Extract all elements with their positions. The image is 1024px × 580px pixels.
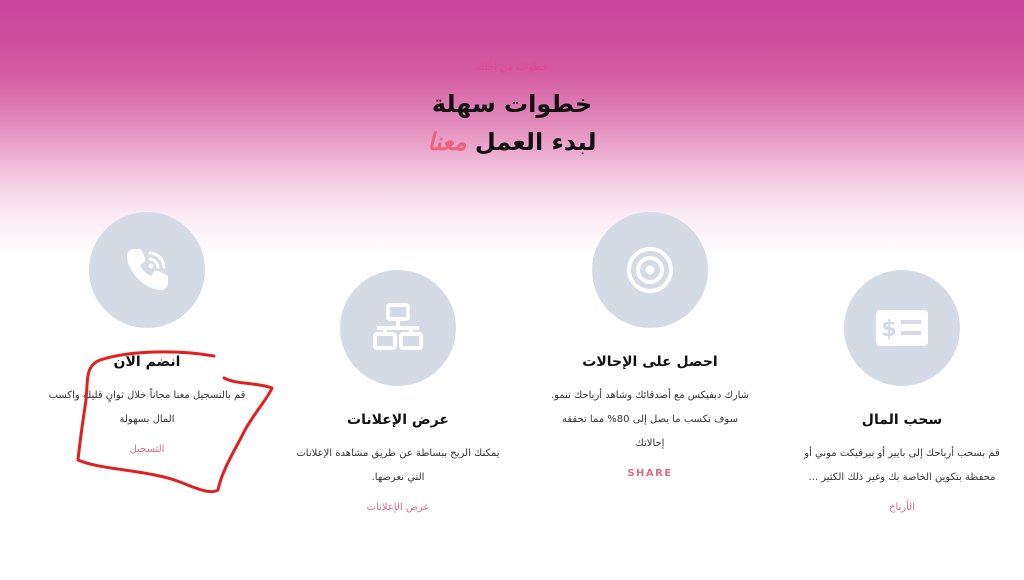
step-referrals-circle xyxy=(592,212,708,328)
target-icon xyxy=(627,247,673,293)
phone-icon xyxy=(126,249,168,291)
step-ads-card: عرض الإعلانات يمكنك الربح ببساطة عن طريق… xyxy=(288,270,508,513)
svg-text:$: $ xyxy=(881,317,896,342)
step-ads-circle xyxy=(340,270,456,386)
step-join-circle xyxy=(89,212,205,328)
step-ads-title: عرض الإعلانات xyxy=(347,412,449,428)
section-subtitle: لبدء العمل معنا xyxy=(0,128,1024,156)
step-join-title: انضم الآن xyxy=(113,354,181,370)
step-referrals-card: احصل على الإحالات شارك دبفيكس مع أصدقائك… xyxy=(540,212,760,479)
step-ads-desc: يمكنك الربح ببساطة عن طريق مشاهدة الإعلا… xyxy=(296,448,500,483)
money-bill-icon: $ xyxy=(876,310,928,346)
network-icon xyxy=(373,303,423,350)
step-withdraw-desc: قم بسحب أرباحك إلى بايير أو بيرفيكت موني… xyxy=(804,448,1000,483)
step-withdraw-circle: $ xyxy=(844,270,960,386)
subtitle-accent: معنا xyxy=(427,128,467,156)
step-referrals-title: احصل على الإحالات xyxy=(582,354,718,370)
step-withdraw-card: $ سحب المال قم بسحب أرباحك إلى بايير أو … xyxy=(792,270,1012,513)
section-title: خطوات سهلة xyxy=(431,90,593,118)
subtitle-text: لبدء العمل xyxy=(474,128,597,156)
step-join-card: انضم الآن قم بالتسجيل معنا مجاناً خلال ث… xyxy=(37,212,257,455)
view-ads-link[interactable]: عرض الإعلانات xyxy=(288,502,508,513)
step-join-desc: قم بالتسجيل معنا مجاناً خلال ثوانٍ قليلة… xyxy=(48,390,246,425)
earnings-link[interactable]: الأرباح xyxy=(792,502,1012,513)
eyebrow-text: خطوات من أجلك xyxy=(476,62,548,73)
step-withdraw-title: سحب المال xyxy=(861,412,943,428)
register-link[interactable]: التسجيل xyxy=(37,444,257,455)
step-referrals-desc: شارك دبفيكس مع أصدقائك وشاهد أرباحك تنمو… xyxy=(550,390,750,449)
share-link[interactable]: SHARE xyxy=(540,468,760,479)
